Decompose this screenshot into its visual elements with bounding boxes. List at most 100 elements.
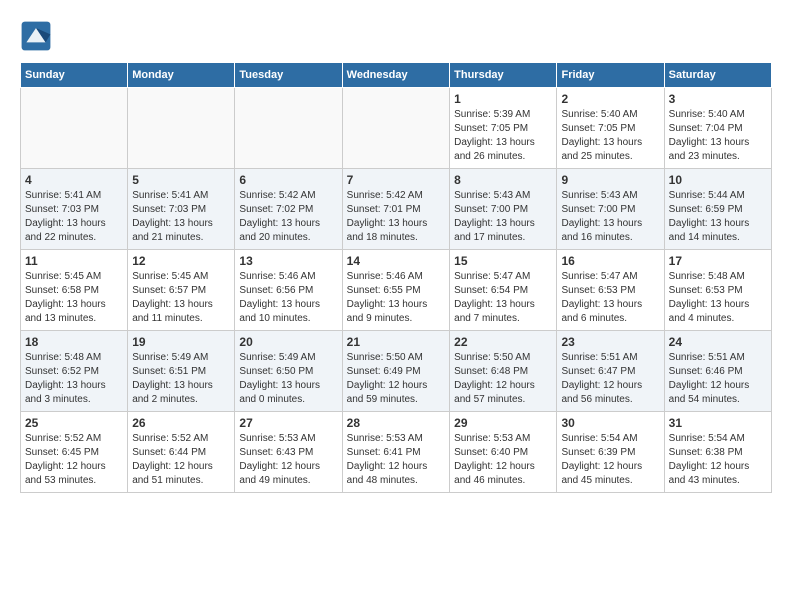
calendar-cell	[128, 88, 235, 169]
day-info: Sunrise: 5:47 AM Sunset: 6:54 PM Dayligh…	[454, 270, 552, 326]
calendar-cell	[235, 88, 342, 169]
day-info: Sunrise: 5:39 AM Sunset: 7:05 PM Dayligh…	[454, 108, 552, 164]
calendar-cell: 11 Sunrise: 5:45 AM Sunset: 6:58 PM Dayli…	[21, 250, 128, 331]
day-of-week-header: Tuesday	[235, 63, 342, 88]
calendar-cell: 6 Sunrise: 5:42 AM Sunset: 7:02 PM Daylig…	[235, 169, 342, 250]
calendar-cell: 18 Sunrise: 5:48 AM Sunset: 6:52 PM Dayli…	[21, 331, 128, 412]
calendar-cell: 5 Sunrise: 5:41 AM Sunset: 7:03 PM Daylig…	[128, 169, 235, 250]
day-number: 18	[25, 335, 123, 349]
day-info: Sunrise: 5:43 AM Sunset: 7:00 PM Dayligh…	[454, 189, 552, 245]
day-number: 6	[239, 173, 337, 187]
day-info: Sunrise: 5:49 AM Sunset: 6:51 PM Dayligh…	[132, 351, 230, 407]
day-info: Sunrise: 5:48 AM Sunset: 6:52 PM Dayligh…	[25, 351, 123, 407]
day-info: Sunrise: 5:41 AM Sunset: 7:03 PM Dayligh…	[132, 189, 230, 245]
day-number: 13	[239, 254, 337, 268]
day-number: 17	[669, 254, 767, 268]
day-number: 11	[25, 254, 123, 268]
day-number: 26	[132, 416, 230, 430]
calendar-cell: 14Sunrise: 5:46 AM Sunset: 6:55 PM Dayli…	[342, 250, 449, 331]
day-info: Sunrise: 5:45 AM Sunset: 6:58 PM Dayligh…	[25, 270, 123, 326]
calendar-week-row: 18 Sunrise: 5:48 AM Sunset: 6:52 PM Dayli…	[21, 331, 772, 412]
calendar-cell: 9 Sunrise: 5:43 AM Sunset: 7:00 PM Daylig…	[557, 169, 664, 250]
day-of-week-header: Saturday	[664, 63, 771, 88]
day-info: Sunrise: 5:44 AM Sunset: 6:59 PM Dayligh…	[669, 189, 767, 245]
day-info: Sunrise: 5:52 AM Sunset: 6:45 PM Dayligh…	[25, 432, 123, 488]
day-info: Sunrise: 5:48 AM Sunset: 6:53 PM Dayligh…	[669, 270, 767, 326]
calendar-cell	[342, 88, 449, 169]
day-number: 22	[454, 335, 552, 349]
day-number: 19	[132, 335, 230, 349]
calendar-cell: 24 Sunrise: 5:51 AM Sunset: 6:46 PM Dayli…	[664, 331, 771, 412]
day-info: Sunrise: 5:53 AM Sunset: 6:41 PM Dayligh…	[347, 432, 445, 488]
calendar-cell: 27Sunrise: 5:53 AM Sunset: 6:43 PM Dayli…	[235, 412, 342, 493]
day-info: Sunrise: 5:41 AM Sunset: 7:03 PM Dayligh…	[25, 189, 123, 245]
calendar-cell: 25Sunrise: 5:52 AM Sunset: 6:45 PM Dayli…	[21, 412, 128, 493]
calendar-cell: 13 Sunrise: 5:46 AM Sunset: 6:56 PM Dayli…	[235, 250, 342, 331]
day-number: 4	[25, 173, 123, 187]
day-info: Sunrise: 5:50 AM Sunset: 6:48 PM Dayligh…	[454, 351, 552, 407]
day-info: Sunrise: 5:40 AM Sunset: 7:05 PM Dayligh…	[561, 108, 659, 164]
day-info: Sunrise: 5:45 AM Sunset: 6:57 PM Dayligh…	[132, 270, 230, 326]
calendar-cell: 16 Sunrise: 5:47 AM Sunset: 6:53 PM Dayli…	[557, 250, 664, 331]
day-info: Sunrise: 5:49 AM Sunset: 6:50 PM Dayligh…	[239, 351, 337, 407]
calendar-cell: 22 Sunrise: 5:50 AM Sunset: 6:48 PM Dayli…	[450, 331, 557, 412]
header	[20, 20, 772, 52]
day-info: Sunrise: 5:42 AM Sunset: 7:02 PM Dayligh…	[239, 189, 337, 245]
day-number: 21	[347, 335, 445, 349]
day-info: Sunrise: 5:53 AM Sunset: 6:43 PM Dayligh…	[239, 432, 337, 488]
day-number: 28	[347, 416, 445, 430]
day-info: Sunrise: 5:43 AM Sunset: 7:00 PM Dayligh…	[561, 189, 659, 245]
day-number: 7	[347, 173, 445, 187]
calendar-cell	[21, 88, 128, 169]
day-info: Sunrise: 5:52 AM Sunset: 6:44 PM Dayligh…	[132, 432, 230, 488]
calendar-cell: 4 Sunrise: 5:41 AM Sunset: 7:03 PM Daylig…	[21, 169, 128, 250]
calendar-cell: 10 Sunrise: 5:44 AM Sunset: 6:59 PM Dayli…	[664, 169, 771, 250]
day-number: 2	[561, 92, 659, 106]
day-info: Sunrise: 5:50 AM Sunset: 6:49 PM Dayligh…	[347, 351, 445, 407]
day-of-week-header: Sunday	[21, 63, 128, 88]
calendar-week-row: 4 Sunrise: 5:41 AM Sunset: 7:03 PM Daylig…	[21, 169, 772, 250]
day-info: Sunrise: 5:47 AM Sunset: 6:53 PM Dayligh…	[561, 270, 659, 326]
day-number: 30	[561, 416, 659, 430]
day-info: Sunrise: 5:53 AM Sunset: 6:40 PM Dayligh…	[454, 432, 552, 488]
calendar-cell: 28 Sunrise: 5:53 AM Sunset: 6:41 PM Dayli…	[342, 412, 449, 493]
day-number: 16	[561, 254, 659, 268]
calendar-cell: 15Sunrise: 5:47 AM Sunset: 6:54 PM Dayli…	[450, 250, 557, 331]
day-number: 10	[669, 173, 767, 187]
day-number: 9	[561, 173, 659, 187]
day-info: Sunrise: 5:51 AM Sunset: 6:46 PM Dayligh…	[669, 351, 767, 407]
calendar-cell: 26 Sunrise: 5:52 AM Sunset: 6:44 PM Dayli…	[128, 412, 235, 493]
day-number: 31	[669, 416, 767, 430]
day-number: 29	[454, 416, 552, 430]
calendar-cell: 19 Sunrise: 5:49 AM Sunset: 6:51 PM Dayli…	[128, 331, 235, 412]
day-info: Sunrise: 5:54 AM Sunset: 6:39 PM Dayligh…	[561, 432, 659, 488]
day-info: Sunrise: 5:46 AM Sunset: 6:56 PM Dayligh…	[239, 270, 337, 326]
day-of-week-header: Friday	[557, 63, 664, 88]
calendar-cell: 17 Sunrise: 5:48 AM Sunset: 6:53 PM Dayli…	[664, 250, 771, 331]
calendar-cell: 20 Sunrise: 5:49 AM Sunset: 6:50 PM Dayli…	[235, 331, 342, 412]
calendar-cell: 1 Sunrise: 5:39 AM Sunset: 7:05 PM Daylig…	[450, 88, 557, 169]
calendar-header-row: SundayMondayTuesdayWednesdayThursdayFrid…	[21, 63, 772, 88]
day-of-week-header: Monday	[128, 63, 235, 88]
calendar-cell: 23 Sunrise: 5:51 AM Sunset: 6:47 PM Dayli…	[557, 331, 664, 412]
day-number: 5	[132, 173, 230, 187]
day-of-week-header: Thursday	[450, 63, 557, 88]
day-number: 24	[669, 335, 767, 349]
calendar-cell: 31Sunrise: 5:54 AM Sunset: 6:38 PM Dayli…	[664, 412, 771, 493]
logo	[20, 20, 56, 52]
logo-icon	[20, 20, 52, 52]
calendar-table: SundayMondayTuesdayWednesdayThursdayFrid…	[20, 62, 772, 493]
day-number: 23	[561, 335, 659, 349]
calendar-cell: 7 Sunrise: 5:42 AM Sunset: 7:01 PM Daylig…	[342, 169, 449, 250]
day-of-week-header: Wednesday	[342, 63, 449, 88]
calendar-cell: 12 Sunrise: 5:45 AM Sunset: 6:57 PM Dayli…	[128, 250, 235, 331]
day-info: Sunrise: 5:51 AM Sunset: 6:47 PM Dayligh…	[561, 351, 659, 407]
day-number: 12	[132, 254, 230, 268]
calendar-week-row: 11 Sunrise: 5:45 AM Sunset: 6:58 PM Dayli…	[21, 250, 772, 331]
day-info: Sunrise: 5:42 AM Sunset: 7:01 PM Dayligh…	[347, 189, 445, 245]
day-number: 1	[454, 92, 552, 106]
day-number: 20	[239, 335, 337, 349]
calendar-week-row: 1 Sunrise: 5:39 AM Sunset: 7:05 PM Daylig…	[21, 88, 772, 169]
calendar-cell: 3Sunrise: 5:40 AM Sunset: 7:04 PM Daylig…	[664, 88, 771, 169]
calendar-week-row: 25Sunrise: 5:52 AM Sunset: 6:45 PM Dayli…	[21, 412, 772, 493]
